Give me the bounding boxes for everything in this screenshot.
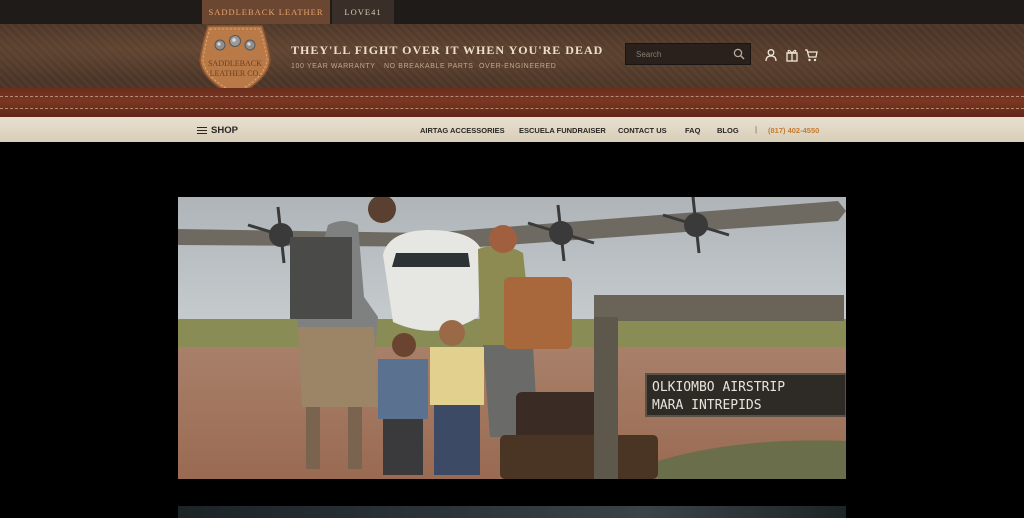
tab-love41[interactable]: LOVE41 <box>332 0 394 24</box>
search-icon[interactable] <box>733 48 745 60</box>
shop-label: SHOP <box>211 125 238 136</box>
user-icon[interactable] <box>764 48 778 62</box>
subtagline-engineered: OVER-ENGINEERED <box>479 63 557 70</box>
nav-airtag-accessories[interactable]: AIRTAG ACCESSORIES <box>420 126 505 135</box>
nav-separator: | <box>755 125 758 134</box>
svg-text:SADDLEBACK: SADDLEBACK <box>208 59 262 68</box>
hamburger-icon <box>197 126 207 135</box>
nav-contact-us[interactable]: CONTACT US <box>618 126 667 135</box>
shop-menu-button[interactable]: SHOP <box>197 125 238 136</box>
top-utility-bar: SADDLEBACK LEATHER LOVE41 <box>0 0 1024 24</box>
nav-blog[interactable]: BLOG <box>717 126 739 135</box>
tab-saddleback-leather[interactable]: SADDLEBACK LEATHER <box>202 0 330 24</box>
stitching-top <box>0 96 1024 97</box>
search-input[interactable]: Search <box>625 43 751 65</box>
sign-line-2: MARA INTREPIDS <box>652 398 762 413</box>
tab-label: LOVE41 <box>344 7 382 17</box>
cart-icon[interactable] <box>804 48 818 62</box>
next-section-image-edge <box>178 506 846 518</box>
hero-image: OLKIOMBO AIRSTRIP MARA INTREPIDS <box>178 197 846 479</box>
search-placeholder: Search <box>636 50 662 59</box>
sign-line-1: OLKIOMBO AIRSTRIP <box>652 380 785 395</box>
svg-text:LEATHER CO.: LEATHER CO. <box>210 69 261 78</box>
saddleback-logo[interactable]: SADDLEBACK LEATHER CO. <box>198 24 272 98</box>
phone-link[interactable]: (817) 402-4550 <box>768 126 819 135</box>
nav-faq[interactable]: FAQ <box>685 126 700 135</box>
site-tagline: THEY'LL FIGHT OVER IT WHEN YOU'RE DEAD <box>291 43 604 57</box>
gift-icon[interactable] <box>785 48 799 62</box>
main-nav <box>0 117 1024 142</box>
leather-strap-band <box>0 88 1024 118</box>
subtagline-parts: NO BREAKABLE PARTS <box>384 63 474 70</box>
subtagline-warranty: 100 YEAR WARRANTY <box>291 63 376 70</box>
stitching-bottom <box>0 108 1024 109</box>
nav-escuela-fundraiser[interactable]: ESCUELA FUNDRAISER <box>519 126 606 135</box>
tab-label: SADDLEBACK LEATHER <box>208 7 324 17</box>
